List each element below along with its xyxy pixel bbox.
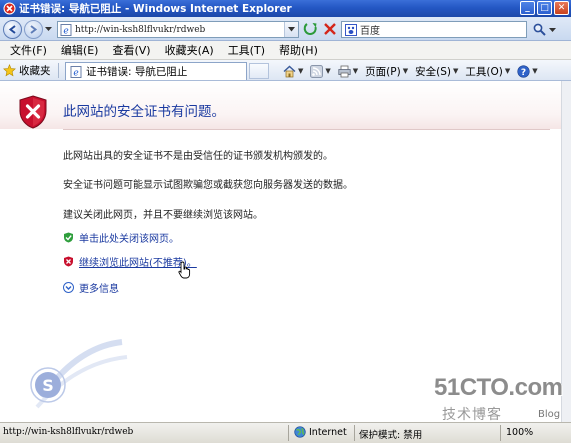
favorites-button[interactable]: 收藏夹 bbox=[3, 63, 51, 78]
menu-view[interactable]: 查看(V) bbox=[112, 42, 150, 58]
forward-button[interactable] bbox=[24, 20, 43, 39]
error-recommendation: 建议关闭此网页，并且不要继续浏览该网站。 bbox=[63, 210, 263, 221]
maximize-button[interactable]: □ bbox=[537, 1, 552, 15]
page-menu-button[interactable]: 页面(P) ▼ bbox=[365, 64, 408, 79]
search-icon bbox=[533, 23, 546, 36]
chevron-down-icon: ▼ bbox=[532, 67, 538, 75]
watermark-brand: 51CTO.com bbox=[434, 374, 563, 401]
svg-text:?: ? bbox=[521, 68, 526, 78]
search-options-dropdown-icon[interactable] bbox=[549, 27, 556, 33]
address-dropdown-button[interactable] bbox=[284, 22, 298, 37]
window-title: 证书错误: 导航已阻止 - Windows Internet Explorer bbox=[19, 3, 292, 15]
new-tab-button[interactable] bbox=[249, 63, 269, 79]
status-divider bbox=[500, 425, 501, 441]
menu-help[interactable]: 帮助(H) bbox=[279, 42, 318, 58]
chevron-down-icon: ▼ bbox=[452, 67, 459, 75]
status-bar: http://win-ksh8lflvukr/rdweb Internet 保护… bbox=[0, 422, 571, 443]
status-divider bbox=[354, 425, 355, 441]
protected-mode-status[interactable]: 保护模式: 禁用 bbox=[359, 427, 422, 441]
close-page-link[interactable]: 单击此处关闭该网页。 bbox=[79, 230, 179, 245]
favorites-label: 收藏夹 bbox=[19, 65, 51, 77]
safety-menu-label: 安全(S) bbox=[415, 65, 451, 78]
baidu-paw-icon bbox=[345, 23, 357, 36]
ie-page-icon: e bbox=[60, 23, 72, 36]
status-divider bbox=[288, 425, 289, 441]
shield-error-icon bbox=[19, 95, 47, 129]
chevron-down-icon bbox=[288, 27, 295, 32]
command-tools: ▼ ▼ ▼ 页面(P) ▼ 安全(S) ▼ 工具(O) ▼ ? ▼ bbox=[283, 63, 545, 79]
security-zone[interactable]: Internet bbox=[294, 426, 347, 438]
status-url: http://win-ksh8lflvukr/rdweb bbox=[3, 427, 134, 437]
close-page-action[interactable]: 单击此处关闭该网页。 bbox=[63, 230, 179, 245]
red-shield-x-icon bbox=[64, 256, 73, 267]
chevron-down-icon: ▼ bbox=[402, 67, 409, 75]
expand-chevron-icon bbox=[63, 282, 74, 293]
search-engine-label: 百度 bbox=[360, 26, 380, 37]
arrow-right-icon bbox=[30, 25, 38, 34]
command-bar: 收藏夹 e 证书错误: 导航已阻止 ▼ ▼ ▼ 页面(P) ▼ 安全(S) ▼ … bbox=[0, 60, 571, 81]
refresh-icon[interactable] bbox=[303, 21, 319, 37]
help-menu-button[interactable]: ? ▼ bbox=[517, 64, 538, 78]
tools-menu-button[interactable]: 工具(O) ▼ bbox=[465, 64, 510, 79]
zone-label: Internet bbox=[309, 426, 347, 438]
svg-text:S: S bbox=[42, 376, 54, 395]
error-heading: 此网站的安全证书有问题。 bbox=[63, 104, 225, 120]
chevron-down-icon: ▼ bbox=[504, 67, 511, 75]
tab-title: 证书错误: 导航已阻止 bbox=[86, 66, 188, 78]
printer-icon bbox=[338, 65, 351, 77]
watermark-seal: S bbox=[30, 339, 128, 409]
toolbar-divider bbox=[58, 63, 59, 78]
address-bar[interactable]: e http://win-ksh8lflvukr/rdweb bbox=[57, 21, 299, 38]
search-button[interactable] bbox=[530, 21, 548, 38]
page-menu-label: 页面(P) bbox=[365, 65, 401, 78]
chevron-down-icon: ▼ bbox=[298, 67, 304, 75]
menu-tools[interactable]: 工具(T) bbox=[228, 42, 265, 58]
address-toolbar: e http://win-ksh8lflvukr/rdweb 百度 bbox=[0, 17, 571, 41]
history-dropdown-icon[interactable] bbox=[45, 26, 52, 32]
safety-menu-button[interactable]: 安全(S) ▼ bbox=[415, 64, 458, 79]
continue-action[interactable]: 继续浏览此网站(不推荐)。 bbox=[63, 254, 197, 269]
heading-divider bbox=[63, 129, 550, 130]
watermark-subtitle: 技术博客 bbox=[442, 407, 502, 423]
menu-bar: 文件(F) 编辑(E) 查看(V) 收藏夹(A) 工具(T) 帮助(H) bbox=[0, 41, 571, 60]
hand-pointer-icon bbox=[178, 261, 191, 279]
tab-certificate-error[interactable]: e 证书错误: 导航已阻止 bbox=[65, 62, 247, 80]
rss-feed-icon bbox=[310, 64, 324, 78]
back-button[interactable] bbox=[3, 20, 22, 39]
star-icon bbox=[3, 64, 16, 77]
tools-menu-label: 工具(O) bbox=[465, 65, 503, 78]
minimize-button[interactable]: _ bbox=[520, 1, 535, 15]
window-controls: _ □ ✕ bbox=[520, 1, 569, 15]
ie-tab-icon: e bbox=[70, 65, 82, 78]
error-risk-text: 安全证书问题可能显示试图欺骗您或截获您向服务器发送的数据。 bbox=[63, 180, 353, 191]
menu-edit[interactable]: 编辑(E) bbox=[61, 42, 99, 58]
close-window-button[interactable]: ✕ bbox=[554, 1, 569, 15]
globe-icon bbox=[294, 426, 306, 438]
vertical-scrollbar[interactable] bbox=[561, 81, 571, 422]
zoom-level[interactable]: 100% bbox=[506, 427, 533, 438]
menu-favorites[interactable]: 收藏夹(A) bbox=[165, 42, 214, 58]
feeds-button[interactable]: ▼ bbox=[310, 64, 331, 78]
green-shield-check-icon bbox=[64, 232, 73, 243]
home-button[interactable]: ▼ bbox=[283, 65, 303, 78]
title-bar: 证书错误: 导航已阻止 - Windows Internet Explorer … bbox=[0, 0, 571, 17]
home-icon bbox=[283, 65, 296, 77]
chevron-down-icon: ▼ bbox=[352, 67, 359, 75]
certificate-error-icon bbox=[3, 2, 16, 15]
help-icon: ? bbox=[517, 64, 530, 78]
error-description: 此网站出具的安全证书不是由受信任的证书颁发机构颁发的。 bbox=[63, 151, 333, 162]
search-box[interactable]: 百度 bbox=[341, 21, 527, 38]
menu-file[interactable]: 文件(F) bbox=[10, 42, 47, 58]
more-info-action[interactable]: 更多信息 bbox=[63, 280, 119, 295]
arrow-left-icon bbox=[8, 25, 16, 34]
print-button[interactable]: ▼ bbox=[338, 65, 358, 78]
address-url[interactable]: http://win-ksh8lflvukr/rdweb bbox=[75, 25, 284, 35]
chevron-down-icon: ▼ bbox=[325, 67, 331, 75]
more-info-link[interactable]: 更多信息 bbox=[79, 280, 119, 295]
svg-text:e: e bbox=[73, 68, 78, 78]
svg-text:e: e bbox=[63, 26, 68, 36]
watermark-blog: Blog bbox=[538, 409, 561, 420]
stop-icon[interactable] bbox=[322, 21, 338, 37]
